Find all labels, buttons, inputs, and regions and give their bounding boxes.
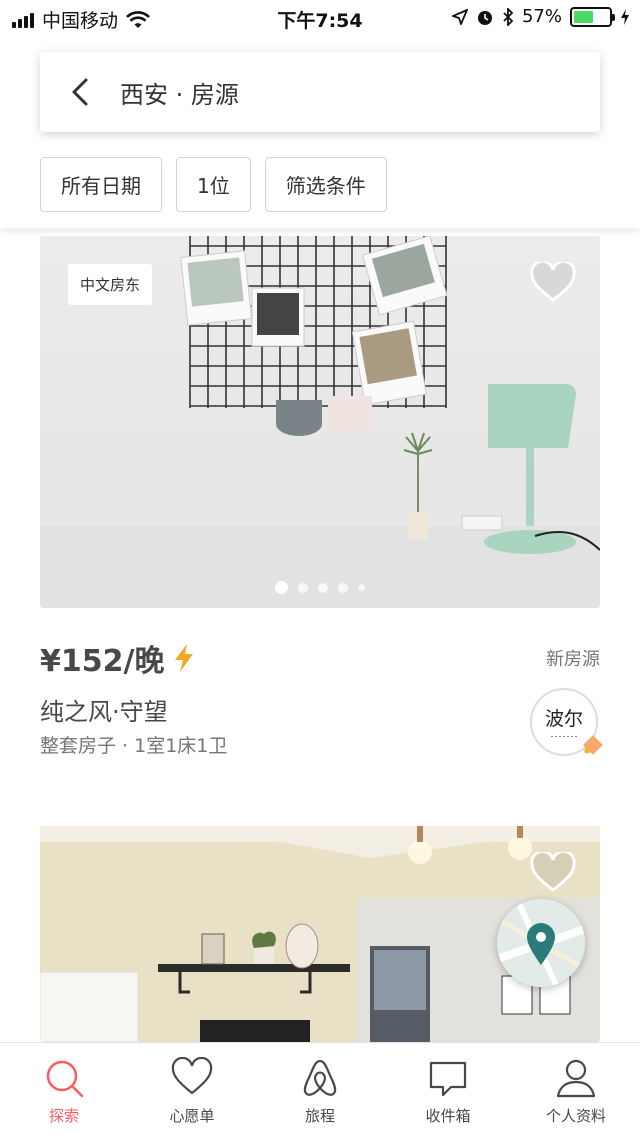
- location-arrow-icon: [451, 8, 468, 25]
- search-bar[interactable]: 西安 · 房源: [40, 52, 600, 132]
- pagination-dot[interactable]: [298, 582, 308, 593]
- superhost-badge-icon: [583, 735, 603, 755]
- photo-pagination: [40, 581, 600, 594]
- tab-wishlist[interactable]: 心愿单: [128, 1043, 256, 1138]
- battery-percent: 57%: [521, 6, 562, 27]
- filter-guests-button[interactable]: 1位: [176, 157, 251, 212]
- map-button[interactable]: [497, 899, 585, 987]
- tab-label: 探索: [48, 1107, 79, 1125]
- message-icon: [429, 1061, 467, 1097]
- heart-icon[interactable]: [530, 262, 576, 304]
- tab-inbox[interactable]: 收件箱: [384, 1043, 512, 1138]
- page-title: 西安 · 房源: [120, 80, 239, 109]
- chevron-left-icon[interactable]: [40, 52, 120, 132]
- tab-label: 收件箱: [425, 1107, 471, 1125]
- listing-price-row: ¥152/晚 新房源: [40, 636, 600, 680]
- filter-bar: 所有日期 1位 筛选条件: [40, 157, 387, 212]
- pagination-dot[interactable]: [338, 582, 348, 593]
- status-bar: 中国移动 下午7:54 57%: [0, 0, 640, 36]
- pagination-dot[interactable]: [358, 584, 365, 591]
- bluetooth-icon: [503, 7, 514, 26]
- tab-bar: 探索 心愿单 旅程 收件箱 个人资料: [0, 1042, 640, 1138]
- listing-badge: 中文房东: [68, 264, 153, 305]
- charging-icon: [621, 8, 629, 25]
- tab-label: 个人资料: [545, 1107, 606, 1125]
- host-logo-mark: [551, 733, 577, 741]
- listing-title[interactable]: 纯之风·守望: [40, 692, 168, 727]
- alarm-icon: [477, 10, 492, 25]
- header-area: 西安 · 房源 所有日期 1位 筛选条件: [0, 36, 640, 228]
- person-icon: [556, 1059, 596, 1098]
- listing-price: ¥152/晚: [40, 644, 165, 679]
- heart-icon[interactable]: [530, 852, 576, 894]
- filter-dates-button[interactable]: 所有日期: [40, 157, 162, 212]
- map-pin-icon: [497, 899, 585, 987]
- tab-explore[interactable]: 探索: [0, 1043, 128, 1138]
- host-logo-text: 波尔: [544, 707, 583, 730]
- search-icon: [46, 1060, 84, 1098]
- pagination-dot[interactable]: [275, 581, 288, 594]
- tab-profile[interactable]: 个人资料: [512, 1043, 640, 1138]
- battery-icon: [570, 6, 615, 27]
- heart-icon: [171, 1057, 213, 1095]
- pagination-dot[interactable]: [318, 582, 328, 593]
- tab-label: 旅程: [304, 1107, 335, 1125]
- new-listing-tag: 新房源: [546, 649, 600, 670]
- listing-photo[interactable]: 中文房东: [40, 236, 600, 608]
- filter-options-button[interactable]: 筛选条件: [264, 157, 387, 212]
- host-avatar[interactable]: 波尔: [530, 688, 603, 756]
- airbnb-logo-icon: [303, 1059, 337, 1096]
- listing-subtitle: 整套房子 · 1室1床1卫: [40, 735, 228, 757]
- status-right: 57%: [451, 6, 630, 27]
- tab-trips[interactable]: 旅程: [256, 1043, 384, 1138]
- tab-label: 心愿单: [169, 1107, 215, 1125]
- lightning-icon: [175, 644, 194, 672]
